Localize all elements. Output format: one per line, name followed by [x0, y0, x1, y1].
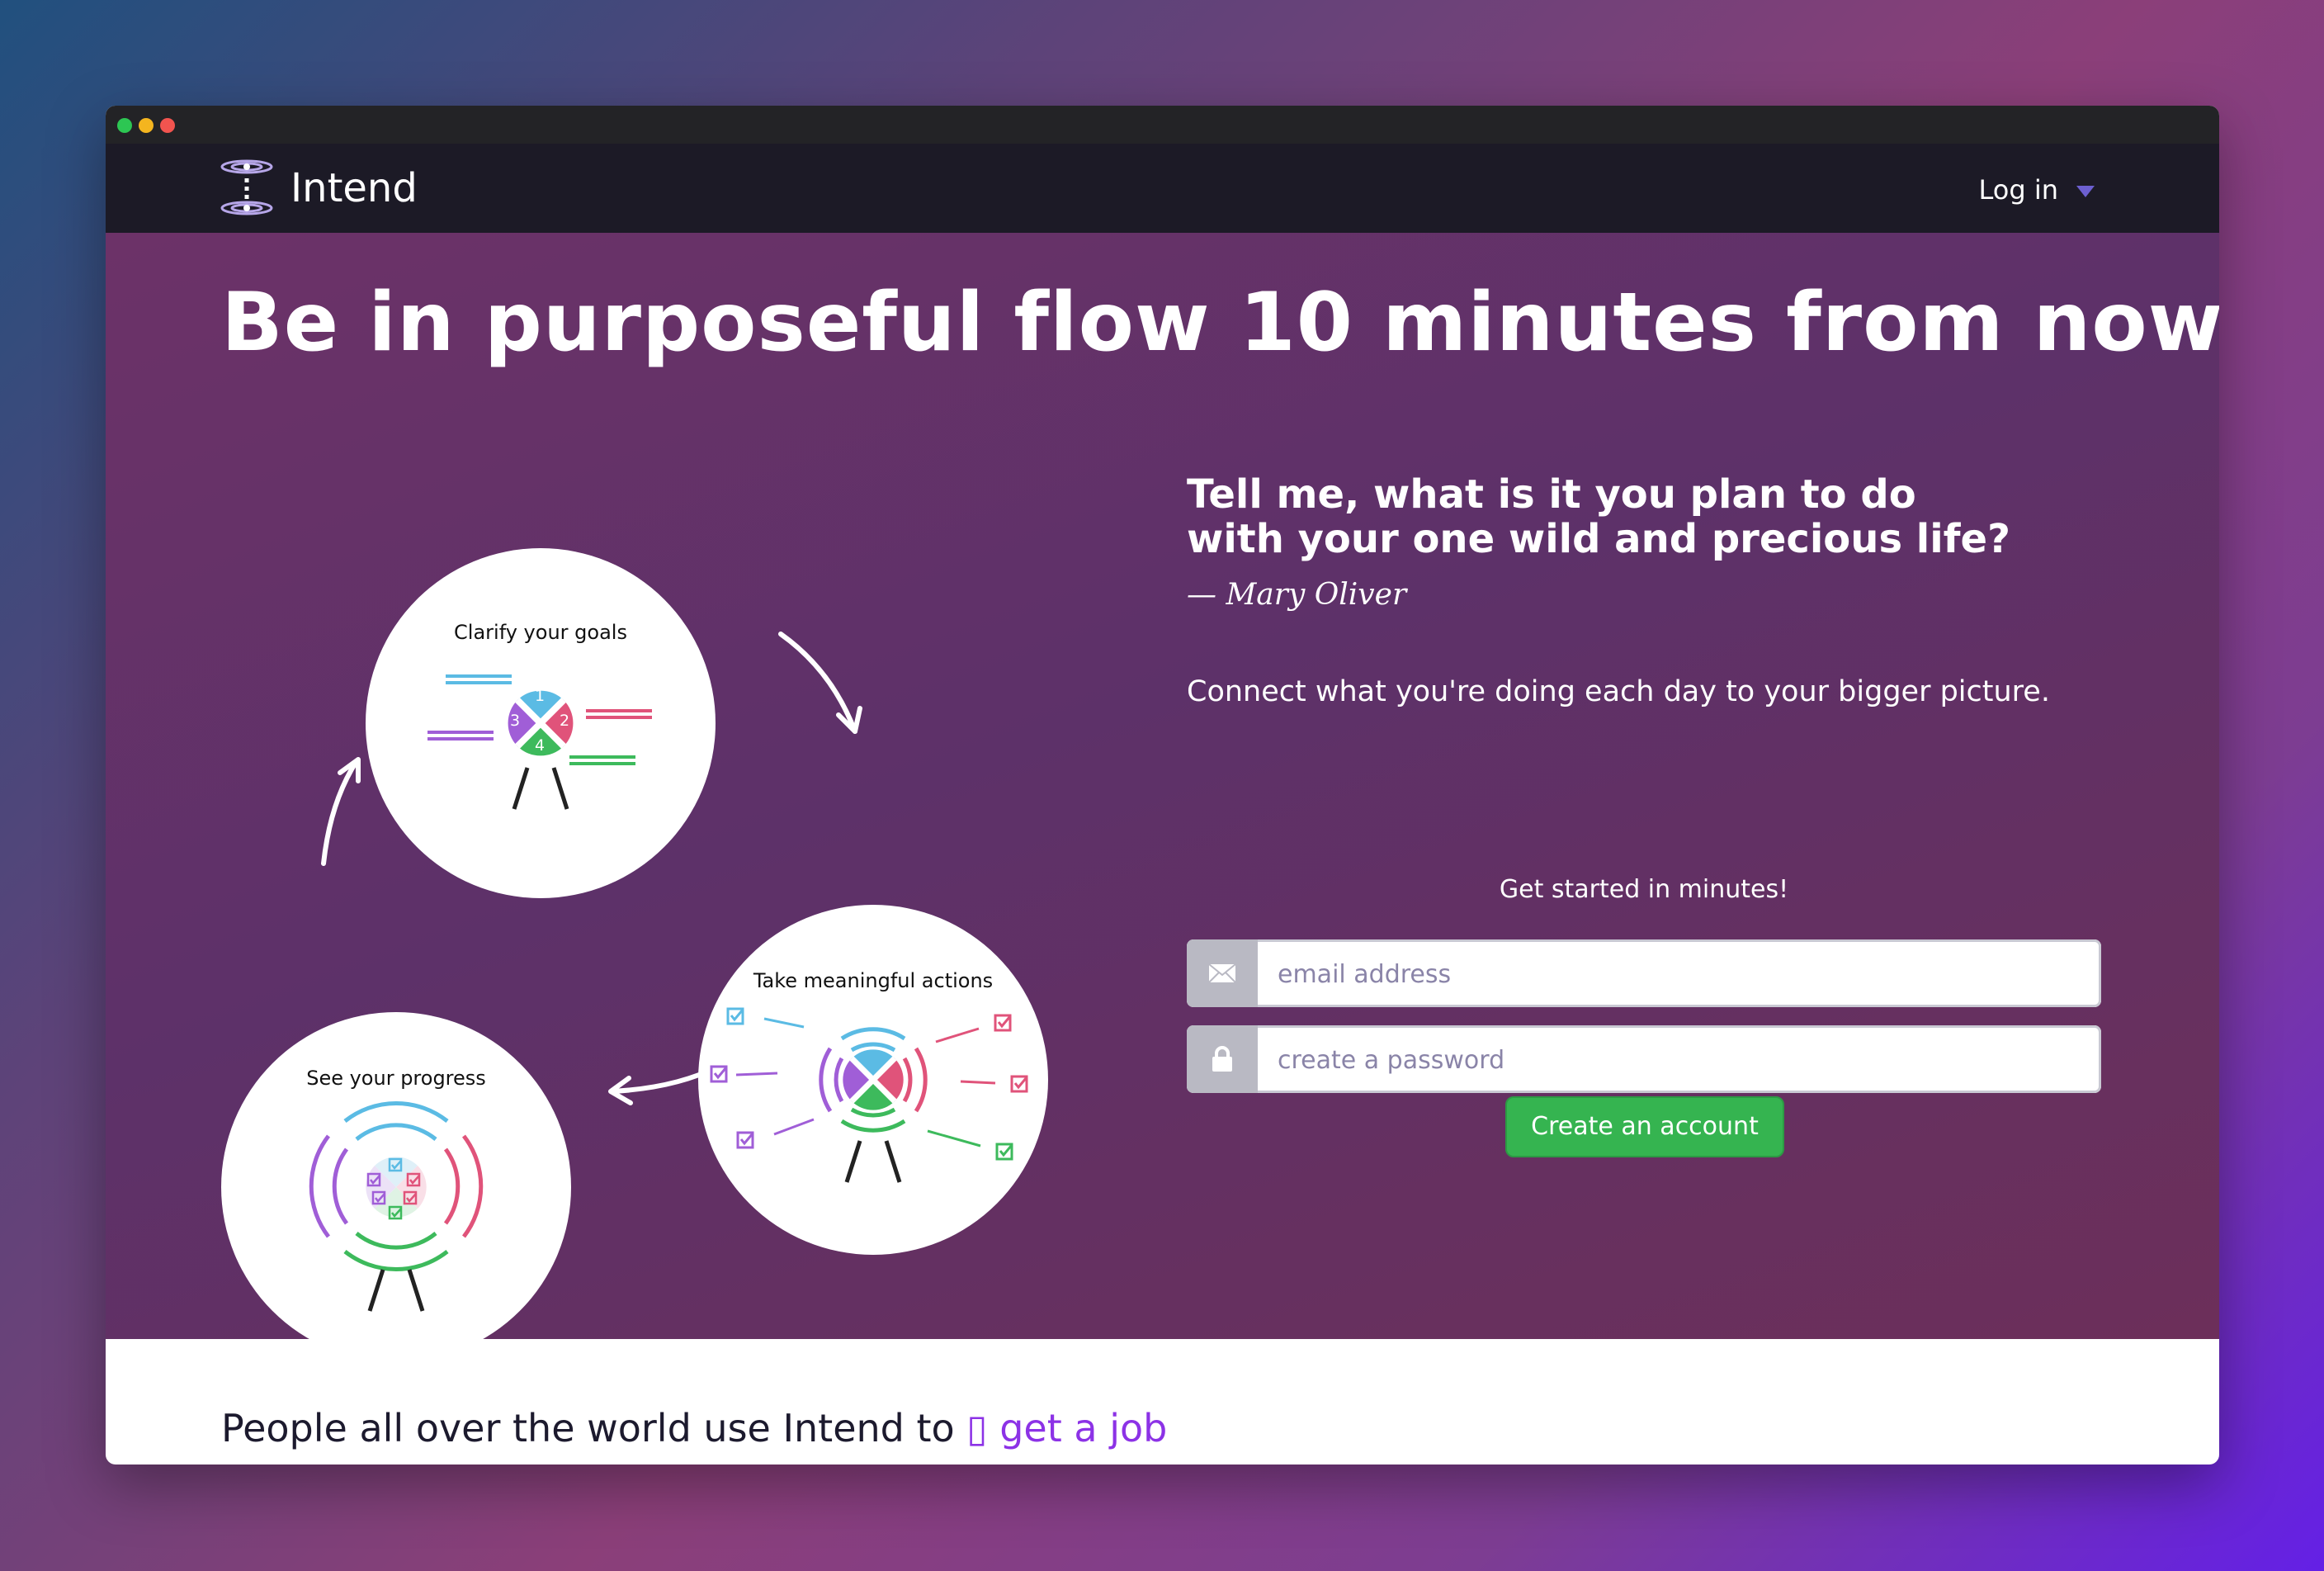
rotating-goal-text[interactable]: get a job	[999, 1406, 1167, 1450]
intend-logo-icon[interactable]	[218, 159, 276, 218]
cycle-step-see-progress: See your progress	[221, 1012, 571, 1362]
cycle-step-clarify-goals: Clarify your goals 1 2 3 4	[366, 548, 716, 898]
signup-heading: Get started in minutes!	[1499, 875, 1789, 904]
quote-author: — Mary Oliver	[1187, 578, 1407, 612]
window-close-button[interactable]	[160, 118, 175, 133]
password-input[interactable]	[1258, 1028, 2101, 1092]
goal-number: 1	[535, 687, 546, 705]
hero-quote: Tell me, what is it you plan to do with …	[1187, 472, 2136, 561]
progress-target-icon	[309, 1101, 484, 1312]
hero-tagline: Connect what you're doing each day to yo…	[1187, 675, 2050, 708]
hero-section: Be in purposeful flow 10 minutes from no…	[106, 233, 2219, 1362]
top-navbar: Intend Log in	[106, 144, 2219, 233]
create-account-button[interactable]: Create an account	[1505, 1096, 1784, 1157]
brand-name[interactable]: Intend	[290, 162, 418, 215]
arrow-progress-to-goals	[321, 759, 359, 866]
quote-line: Tell me, what is it you plan to do	[1187, 471, 1916, 518]
password-field	[1187, 1025, 2101, 1093]
email-field	[1187, 939, 2101, 1007]
caret-down-icon[interactable]	[2076, 186, 2095, 197]
goal-number: 4	[535, 736, 546, 755]
login-menu[interactable]: Log in	[1979, 172, 2095, 208]
actions-target-icon	[710, 1007, 1028, 1183]
cycle-step-meaningful-actions: Take meaningful actions	[698, 905, 1048, 1255]
goal-number: 2	[560, 712, 570, 730]
users-headline-text: People all over the world use Intend to	[221, 1406, 955, 1450]
window-minimize-button[interactable]	[139, 118, 154, 133]
envelope-icon	[1187, 939, 1258, 1007]
window-maximize-button[interactable]	[117, 118, 132, 133]
rotating-goal-link[interactable]: ▯ get a job	[966, 1406, 1167, 1450]
users-headline: People all over the world use Intend to …	[221, 1403, 1167, 1453]
window-titlebar	[106, 106, 2219, 144]
lock-icon	[1187, 1025, 1258, 1093]
goal-number: 3	[510, 712, 521, 730]
login-label[interactable]: Log in	[1979, 172, 2059, 208]
email-input[interactable]	[1258, 942, 2101, 1006]
quote-line: with your one wild and precious life?	[1187, 516, 2010, 562]
browser-window: Intend Log in Be in purposeful flow 10 m…	[106, 106, 2219, 1465]
goals-target-icon	[427, 674, 652, 810]
